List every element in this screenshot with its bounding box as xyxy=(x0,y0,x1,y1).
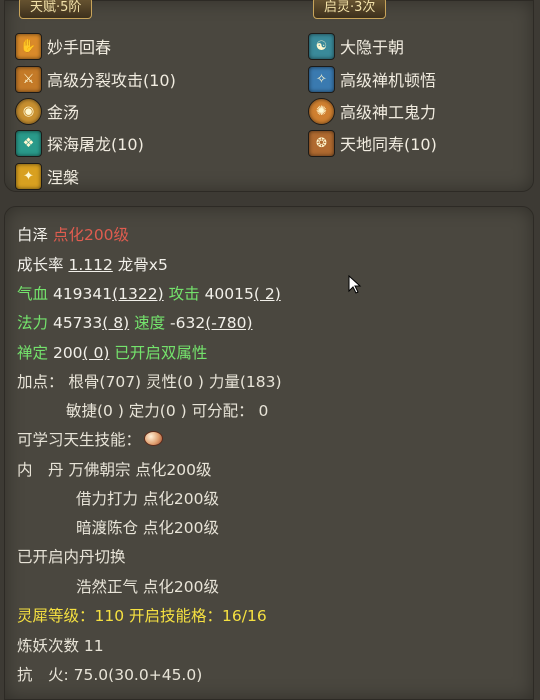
neidan-skill: 万佛朝宗 点化200级 xyxy=(68,461,212,479)
growth-value: 1.112 xyxy=(68,256,113,274)
skills-panel: 天赋·5阶 启灵·3次 ✋ 妙手回春 ⚔ 高级分裂攻击(10) ◉ 金汤 ❖ 探… xyxy=(4,0,534,192)
spd-value: -632 xyxy=(170,314,206,332)
skill-label: 高级神工鬼力 xyxy=(340,103,437,122)
demon-count: 炼妖次数 11 xyxy=(17,637,104,655)
hidden-sage-icon: ☯ xyxy=(308,32,335,60)
skill-item[interactable]: ✧ 高级禅机顿悟 xyxy=(308,65,436,93)
skill-label: 金汤 xyxy=(47,103,80,122)
spd-bonus: (-780) xyxy=(205,314,253,332)
zen-row: 禅定 200( 0) 已开启双属性 xyxy=(17,343,207,363)
talent-tab[interactable]: 天赋·5阶 xyxy=(19,0,93,19)
hp-label: 气血 xyxy=(17,285,49,303)
points-row-2: 敏捷(0 ) 定力(0 ) 可分配： 0 xyxy=(66,402,269,420)
skill-item[interactable]: ✦ 涅槃 xyxy=(15,162,79,190)
pet-name-row: 白泽 点化200级 xyxy=(17,225,129,245)
atk-bonus: ( 2) xyxy=(253,285,281,303)
mp-label: 法力 xyxy=(17,314,49,332)
mp-spd-row: 法力 45733( 8) 速度 -632(-780) xyxy=(17,313,253,333)
zen-bonus: ( 0) xyxy=(82,344,110,362)
skill-label: 涅槃 xyxy=(47,168,80,187)
skill-label: 大隐于朝 xyxy=(340,38,405,57)
hp-bonus: (1322) xyxy=(112,285,164,303)
mp-value: 45733 xyxy=(52,314,103,332)
spirit-tab[interactable]: 启灵·3次 xyxy=(313,0,387,19)
neidan-row-1: 内 丹 万佛朝宗 点化200级 xyxy=(17,460,211,480)
mp-bonus: ( 8) xyxy=(102,314,130,332)
neidan-row-2: 借力打力 点化200级 xyxy=(76,490,220,508)
points-row-1: 加点： 根骨(707) 灵性(0 ) 力量(183) xyxy=(17,373,282,391)
skill-label: 天地同寿(10) xyxy=(340,135,437,154)
atk-label: 攻击 xyxy=(168,285,200,303)
hp-value: 419341 xyxy=(52,285,113,303)
dual-attr-status: 已开启双属性 xyxy=(114,344,208,362)
bone-count: 龙骨x5 xyxy=(117,256,168,274)
skill-label: 探海屠龙(10) xyxy=(47,135,144,154)
skill-item[interactable]: ◉ 金汤 xyxy=(15,97,79,125)
zen-insight-icon: ✧ xyxy=(308,65,335,93)
skill-item[interactable]: ✺ 高级神工鬼力 xyxy=(308,97,436,125)
phoenix-icon: ✦ xyxy=(15,162,42,190)
hand-heal-icon: ✋ xyxy=(15,32,42,60)
skill-item[interactable]: ⚔ 高级分裂攻击(10) xyxy=(15,65,176,93)
neidan-label: 内 丹 xyxy=(17,461,64,479)
skill-egg-icon[interactable] xyxy=(144,431,164,446)
growth-row: 成长率 1.112 龙骨x5 xyxy=(17,255,168,275)
atk-value: 40015 xyxy=(204,285,254,303)
pet-name: 白泽 xyxy=(17,226,49,244)
fire-resist: 抗 火: 75.0(30.0+45.0) xyxy=(17,666,203,684)
growth-label: 成长率 xyxy=(17,256,64,274)
spd-label: 速度 xyxy=(134,314,166,332)
skill-item[interactable]: ☯ 大隐于朝 xyxy=(308,32,404,60)
mouse-cursor-icon xyxy=(348,275,362,294)
divine-craft-icon: ✺ xyxy=(308,97,335,125)
hp-atk-row: 气血 419341(1322) 攻击 40015( 2) xyxy=(17,284,281,304)
neidan-switch: 已开启内丹切换 xyxy=(17,548,126,566)
pet-tier: 点化200级 xyxy=(52,226,130,244)
neidan-row-3: 暗渡陈仓 点化200级 xyxy=(76,519,220,537)
skill-item[interactable]: ✋ 妙手回春 xyxy=(15,32,111,60)
pet-info-panel: 白泽 点化200级 成长率 1.112 龙骨x5 气血 419341(1322)… xyxy=(4,206,534,700)
rhino-level: 灵犀等级：110 开启技能格：16/16 xyxy=(17,607,267,625)
heaven-earth-icon: ❂ xyxy=(308,129,335,157)
zen-value: 200 xyxy=(52,344,83,362)
learnable-label: 可学习天生技能： xyxy=(17,431,142,449)
learnable-row: 可学习天生技能： xyxy=(17,430,164,450)
skill-label: 高级禅机顿悟 xyxy=(340,71,437,90)
skill-label: 高级分裂攻击(10) xyxy=(47,71,176,90)
skill-item[interactable]: ❂ 天地同寿(10) xyxy=(308,129,437,157)
sea-dragon-icon: ❖ xyxy=(15,129,42,157)
zen-label: 禅定 xyxy=(17,344,49,362)
split-attack-icon: ⚔ xyxy=(15,65,42,93)
skill-label: 妙手回春 xyxy=(47,38,112,57)
golden-shield-icon: ◉ xyxy=(15,97,42,125)
skill-item[interactable]: ❖ 探海屠龙(10) xyxy=(15,129,144,157)
neidan-row-4: 浩然正气 点化200级 xyxy=(76,578,220,596)
